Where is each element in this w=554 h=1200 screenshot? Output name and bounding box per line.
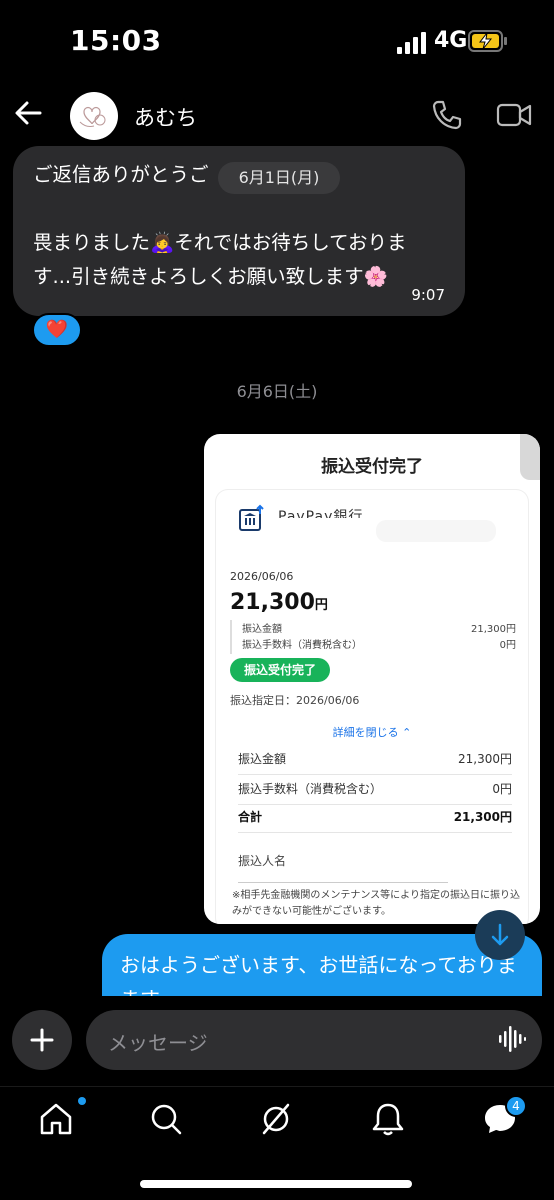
bank-icon	[239, 504, 264, 531]
home-indicator	[140, 1180, 412, 1188]
redacted-area	[376, 520, 496, 542]
home-icon[interactable]	[36, 1099, 76, 1139]
divider	[238, 774, 512, 775]
bank-name: PayPay銀行	[278, 509, 364, 518]
video-icon[interactable]	[496, 100, 532, 130]
receipt-image[interactable]: 振込受付完了 PayPay銀行 2026/06/06 21,300円 振込金額 2…	[204, 434, 540, 924]
avatar[interactable]	[70, 92, 118, 140]
transfer-label: 振込金額	[238, 752, 287, 766]
transfer-label: 振込金額	[242, 624, 282, 635]
phone-icon[interactable]	[430, 98, 464, 132]
date-separator: 6月6日(土)	[236, 382, 318, 401]
details-toggle-link: 詳細を閉じる ⌃	[332, 726, 412, 739]
amount-breakdown: 振込金額 21,300円 振込手数料（消費税含む） 0円	[230, 620, 516, 654]
detail-row-fee: 振込手数料（消費税含む） 0円	[238, 780, 512, 800]
receipt-title: 振込受付完了	[321, 457, 423, 477]
avatar-drawing-icon	[79, 106, 106, 127]
bell-icon[interactable]	[368, 1099, 408, 1139]
status-badge: 振込受付完了	[230, 658, 330, 682]
voice-message-icon[interactable]	[498, 1024, 526, 1054]
message-placeholder: メッセージ	[108, 1031, 208, 1055]
status-bar: 15:03 4G	[0, 0, 554, 80]
message-input[interactable]: メッセージ	[86, 1010, 542, 1070]
fee-value: 0円	[499, 640, 516, 651]
total-value: 21,300円	[453, 810, 512, 824]
divider	[238, 804, 512, 805]
fee-value: 0円	[492, 782, 512, 796]
network-type: 4G	[434, 28, 468, 53]
fee-label: 振込手数料（消費税含む）	[242, 640, 362, 651]
plus-icon	[30, 1028, 54, 1052]
status-time: 15:03	[70, 24, 162, 57]
signal-icon	[397, 32, 426, 54]
detail-row-transfer: 振込金額 21,300円	[238, 750, 512, 770]
transfer-date: 2026/06/06	[230, 570, 294, 583]
yen-unit: 円	[314, 598, 328, 613]
search-icon[interactable]	[146, 1099, 186, 1139]
date-pill: 6月1日(月)	[218, 162, 340, 194]
transfer-amount: 21,300円	[230, 590, 328, 615]
divider	[238, 832, 512, 833]
message-time: 9:07	[411, 286, 445, 304]
heart-reaction: ❤️	[45, 319, 69, 340]
payer-name-label: 振込人名	[238, 854, 287, 868]
receipt-panel: PayPay銀行 2026/06/06 21,300円 振込金額 21,300円 …	[216, 490, 528, 924]
transfer-value: 21,300円	[471, 624, 516, 635]
home-unread-dot	[78, 1097, 86, 1105]
amount-value: 21,300	[230, 590, 315, 615]
message-line: 畏まりました🙇‍♀️それではお待ちしておりま	[33, 231, 407, 254]
transfer-value: 21,300円	[458, 752, 512, 766]
battery-charging-icon	[468, 30, 507, 52]
message-line: す...引き続きよろしくお願い致します🌸	[33, 265, 388, 288]
designated-date: 振込指定日：2026/06/06	[230, 694, 360, 707]
messages-count-badge: 4	[505, 1095, 527, 1117]
total-label: 合計	[238, 810, 263, 824]
detail-row-total: 合計 21,300円	[238, 808, 512, 828]
grok-icon[interactable]	[256, 1099, 296, 1139]
fee-label: 振込手数料（消費税含む）	[238, 782, 383, 796]
payer-name-field	[238, 882, 448, 883]
arrow-down-icon	[491, 923, 509, 946]
contact-name[interactable]: あむち	[134, 102, 197, 132]
message-line	[33, 192, 463, 226]
add-attachment-button[interactable]	[12, 1010, 72, 1070]
scroll-to-bottom-button[interactable]	[475, 910, 525, 960]
back-arrow-icon[interactable]	[12, 96, 46, 130]
message-composer: メッセージ	[0, 996, 554, 1086]
chat-header: あむち	[0, 86, 554, 146]
reaction-badge[interactable]: ❤️	[32, 313, 82, 347]
